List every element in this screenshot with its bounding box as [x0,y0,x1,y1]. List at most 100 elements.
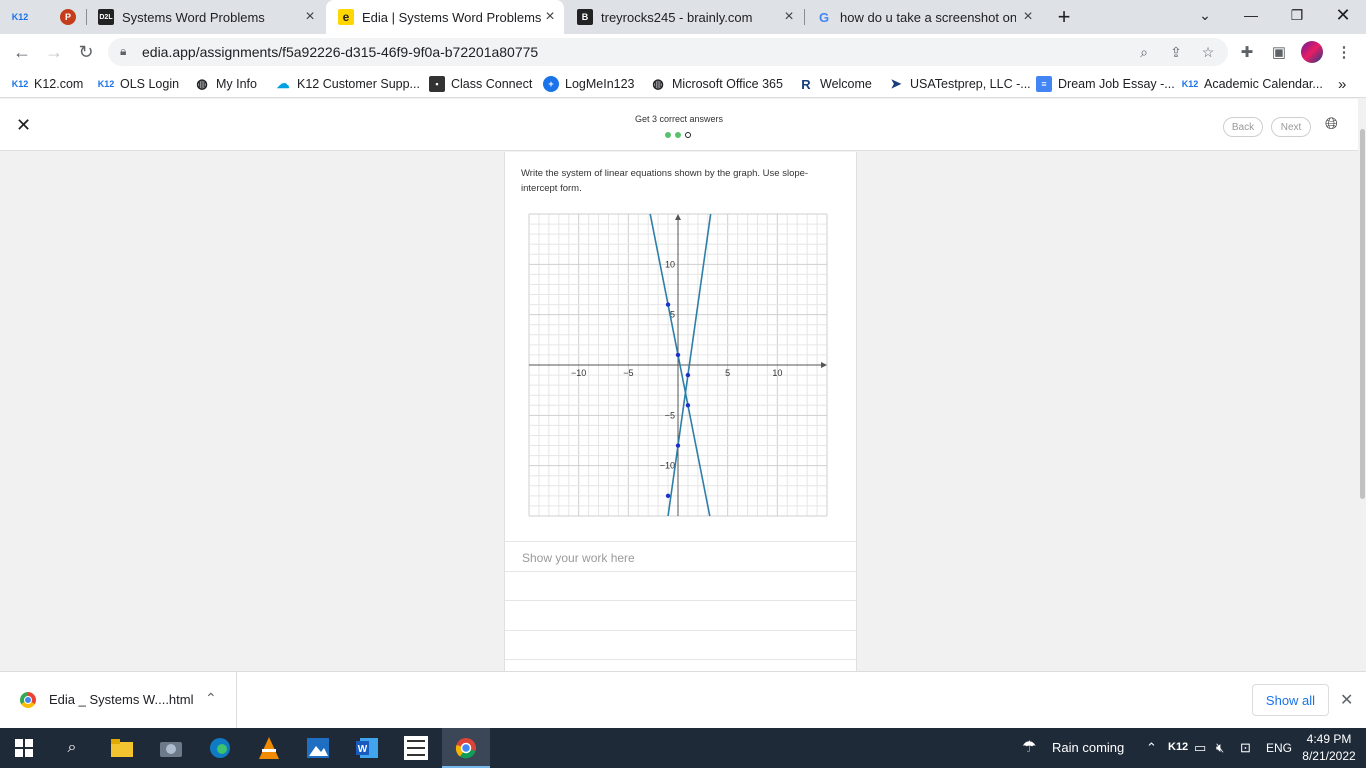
chevron-up-icon[interactable]: ⌃ [1146,740,1157,756]
x-tick-label: 5 [725,368,730,378]
cursor-icon: ➤ [890,76,902,91]
tab-title: Edia | Systems Word Problems [362,9,542,25]
k12-icon: K12 [11,12,29,22]
bookmark-office365[interactable]: ◍ Microsoft Office 365 [650,75,783,93]
weather-icon[interactable]: ☂ [1022,737,1036,757]
language-indicator[interactable]: ENG [1266,741,1292,755]
vlc-icon[interactable] [257,736,281,760]
work-area[interactable]: Show your work here [505,541,856,671]
chrome-icon[interactable] [454,736,478,760]
close-icon[interactable]: × [781,9,797,25]
back-arrow-icon[interactable]: ← [10,40,34,64]
bookmark-label: My Info [216,77,257,91]
x-axis-arrow [821,362,827,368]
y-tick-label: −10 [660,461,675,471]
series-2-point [675,443,681,448]
edge-icon[interactable] [208,736,232,760]
chevron-up-icon[interactable]: ⌃ [205,690,217,707]
side-panel-icon[interactable]: ▣ [1269,42,1289,62]
k12-tray-icon[interactable]: K12 [1168,741,1188,753]
camera-app-icon[interactable] [159,736,183,760]
tab-google-search[interactable]: G how do u take a screenshot on h × [804,0,1042,34]
close-icon[interactable]: × [542,9,558,25]
cloud-icon: ☁ [276,76,290,91]
share-icon[interactable]: ⇪ [1166,42,1186,62]
bookmark-ols-login[interactable]: K12 OLS Login [98,75,179,93]
bookmark-class-connect[interactable]: ▪ Class Connect [429,75,532,93]
windows-taskbar: ⌕ W ☂ Rain coming ⌃ K12 ▭ 🔇︎ ⊡ ENG 4:49 … [0,728,1366,768]
x-tick-label: 10 [772,368,782,378]
file-explorer-icon[interactable] [110,736,134,760]
tab-powerpoint[interactable]: P [48,0,86,34]
series-1-point [685,403,691,408]
back-button[interactable]: Back [1223,117,1263,137]
window-close-icon[interactable]: ✕ [1320,0,1366,30]
bookmark-k12[interactable]: K12 K12.com [11,75,84,93]
progress-dot-current [685,132,691,138]
k12-icon: K12 [11,79,29,89]
close-icon[interactable]: × [1020,9,1036,25]
menu-dots-icon[interactable]: ⋮ [1334,42,1354,62]
bookmark-star-icon[interactable]: ☆ [1198,42,1218,62]
reload-icon[interactable]: ↻ [74,40,98,64]
tab-search-icon[interactable]: ⌄ [1182,0,1228,30]
series-2-point [665,493,671,499]
profile-avatar[interactable] [1301,41,1323,63]
series-1-point [675,352,681,358]
extensions-icon[interactable]: ✚ [1237,42,1257,62]
battery-icon[interactable]: ▭ [1194,740,1206,756]
tab-strip: K12 P D2L Systems Word Problems × e Edia… [0,0,1366,34]
restore-icon[interactable]: ❐ [1274,0,1320,30]
progress-label: Get 3 correct answers [634,114,724,124]
question-card: Write the system of linear equations sho… [504,152,857,671]
photos-icon[interactable] [306,736,330,760]
minimize-icon[interactable]: — [1228,0,1274,30]
clock[interactable]: 4:49 PM 8/21/2022 [1298,731,1360,765]
series-1-point [665,302,671,307]
show-all-button[interactable]: Show all [1252,684,1329,716]
tab-edia[interactable]: e Edia | Systems Word Problems × [326,0,564,34]
next-button[interactable]: Next [1271,117,1311,137]
work-placeholder[interactable]: Show your work here [522,551,635,565]
assignment-header: ✕ Get 3 correct answers Back Next 🌐︎ [0,99,1358,151]
bookmark-k12-support[interactable]: ☁ K12 Customer Supp... [275,75,420,93]
tab-brainly[interactable]: B treyrocks245 - brainly.com × [565,0,803,34]
progress-dot-complete [665,132,671,138]
search-icon[interactable]: ⌕ [60,736,84,760]
volume-muted-icon[interactable]: 🔇︎ [1216,740,1224,756]
download-file-name[interactable]: Edia _ Systems W....html [49,692,194,707]
bookmark-label: K12.com [34,77,84,91]
url-text[interactable]: edia.app/assignments/f5a92226-d315-46f9-… [142,44,538,60]
bookmarks-bar: K12 K12.com K12 OLS Login ◍ My Info ☁ K12 Cu… [0,70,1366,98]
terms-of-use-icon[interactable] [404,736,428,760]
download-item[interactable]: Edia _ Systems W....html ⌃ [0,672,237,729]
bookmark-label: Class Connect [451,77,533,91]
windows-start-icon[interactable] [12,736,36,760]
bookmark-usatestprep[interactable]: ➤ USATestprep, LLC -... [888,75,1031,93]
tab-systems-word-problems[interactable]: D2L Systems Word Problems × [86,0,324,34]
language-globe-icon[interactable]: 🌐︎ [1325,116,1338,134]
word-icon[interactable]: W [355,736,379,760]
download-bar: Edia _ Systems W....html ⌃ Show all ✕ [0,671,1366,729]
work-line [505,630,856,631]
close-icon[interactable]: ✕ [1340,690,1353,710]
close-icon[interactable]: × [302,9,318,25]
network-icon[interactable]: ⊡ [1240,740,1251,756]
new-tab-button[interactable]: + [1052,0,1076,34]
forward-arrow-icon[interactable]: → [42,40,66,64]
tab-k12[interactable]: K12 [0,0,48,34]
doc-icon: ≡ [1036,76,1052,92]
powerpoint-icon: P [60,9,76,25]
zoom-icon[interactable]: ⌕ [1134,42,1154,62]
bookmark-my-info[interactable]: ◍ My Info [194,75,257,93]
scrollbar-thumb[interactable] [1360,129,1365,499]
bookmark-academic-calendar[interactable]: K12 Academic Calendar... [1182,75,1323,93]
bookmark-welcome[interactable]: R Welcome [798,75,872,93]
bookmark-logmein[interactable]: + LogMeIn123 [543,75,635,93]
more-bookmarks-icon[interactable]: » [1338,75,1346,93]
weather-label[interactable]: Rain coming [1052,740,1124,755]
bookmark-label: Welcome [820,77,872,91]
clock-time: 4:49 PM [1306,732,1352,746]
address-bar[interactable]: 🔒︎ edia.app/assignments/f5a92226-d315-46… [108,38,1228,66]
bookmark-dream-job[interactable]: ≡ Dream Job Essay -... [1036,75,1175,93]
